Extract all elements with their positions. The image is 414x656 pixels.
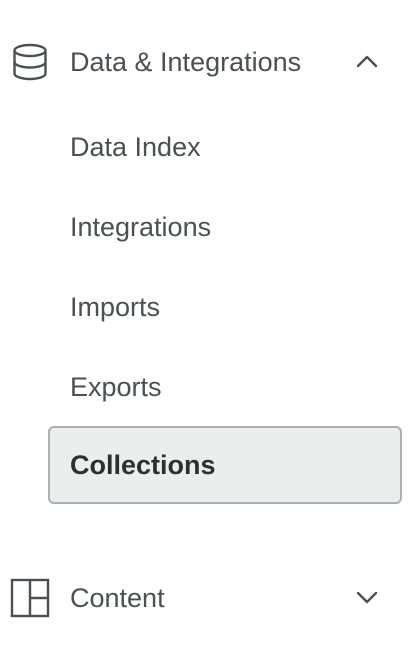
sidebar-item-label: Collections — [70, 450, 216, 480]
sidebar-item-label: Integrations — [70, 212, 212, 242]
section-label: Data & Integrations — [70, 47, 302, 77]
sidebar-item-label: Imports — [70, 292, 161, 322]
sidebar-item-data-index[interactable]: Data Index — [48, 108, 402, 186]
sidebar-item-label: Exports — [70, 372, 162, 402]
chevron-down-icon[interactable] — [352, 582, 382, 612]
layout-icon — [10, 578, 50, 618]
sidebar-item-label: Data Index — [70, 132, 201, 162]
sidebar-item-imports[interactable]: Imports — [48, 268, 402, 346]
chevron-up-icon[interactable] — [352, 47, 382, 77]
sidebar-item-exports[interactable]: Exports — [48, 348, 402, 426]
sidebar-item-collections[interactable]: Collections — [48, 426, 402, 504]
nav-section-data-integrations[interactable]: Data & Integrations — [0, 30, 414, 94]
database-icon — [10, 42, 50, 82]
sidebar-item-integrations[interactable]: Integrations — [48, 188, 402, 266]
section-label: Content — [70, 583, 165, 613]
nav-section-content[interactable]: Content — [0, 564, 414, 628]
